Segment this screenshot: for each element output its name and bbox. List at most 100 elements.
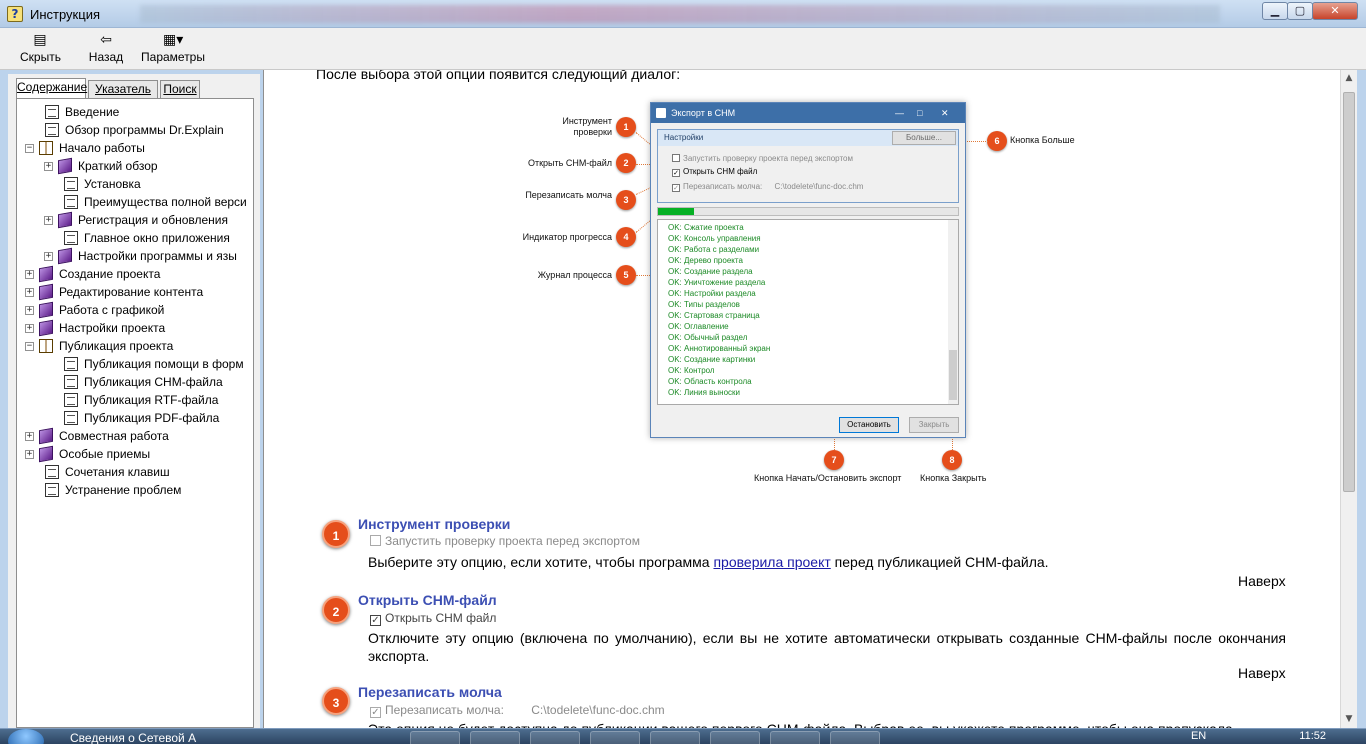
- expand-icon[interactable]: +: [44, 162, 53, 171]
- tree-item-label: Создание проекта: [59, 267, 161, 281]
- checkbox-disabled-icon: ✓: [672, 184, 680, 192]
- back-button[interactable]: ⇦ Назад: [88, 32, 124, 64]
- tree-item-label: Введение: [65, 105, 120, 119]
- callout-badge-6: 6: [987, 131, 1007, 151]
- progress-fill: [658, 208, 694, 215]
- close-button[interactable]: ✕: [1312, 2, 1358, 20]
- tree-item-label: Редактирование контента: [59, 285, 204, 299]
- callout-label-7: Кнопка Начать/Остановить экспорт: [754, 473, 902, 483]
- settings-label: Настройки: [664, 133, 704, 142]
- dialog-minimize-icon: —: [895, 108, 904, 118]
- taskbar-app-1[interactable]: [410, 731, 460, 744]
- hide-label: Скрыть: [20, 50, 61, 64]
- collapse-icon[interactable]: −: [25, 342, 34, 351]
- expand-icon[interactable]: +: [25, 432, 34, 441]
- taskbar-app-2[interactable]: [470, 731, 520, 744]
- tree-item-label: Обзор программы Dr.Explain: [65, 123, 224, 137]
- tab-contents[interactable]: Содержание: [16, 78, 87, 98]
- navigation-pane: Содержание Указатель Поиск Введение Обзор…: [8, 74, 260, 728]
- book-icon: [58, 211, 72, 229]
- minimize-button[interactable]: ▁: [1262, 2, 1288, 20]
- language-indicator[interactable]: EN: [1191, 730, 1206, 742]
- options-label: Параметры: [141, 50, 205, 64]
- hide-button[interactable]: ▤ Скрыть: [20, 32, 61, 64]
- log-line: OK: Работа с разделами: [668, 245, 760, 254]
- checkbox-disabled-icon: ✓: [370, 707, 381, 718]
- taskbar-app-6[interactable]: [710, 731, 760, 744]
- section-text-2: Отключите эту опцию (включена по умолчан…: [368, 630, 1286, 664]
- tree-item-label: Краткий обзор: [78, 159, 158, 173]
- section-text-1b: перед публикацией CHM-файла.: [830, 554, 1049, 570]
- contents-tree[interactable]: Введение Обзор программы Dr.Explain − Начал…: [16, 98, 254, 728]
- topic-content: После выбора этой опции появится следующ…: [263, 70, 1340, 728]
- checkbox-unchecked-icon: [672, 154, 680, 162]
- expand-icon[interactable]: +: [25, 288, 34, 297]
- overwrite-checkbox-image: ✓ Перезаписать молча: C:\todelete\func-do…: [672, 182, 863, 192]
- tree-item-label: Публикация CHM-файла: [84, 375, 223, 389]
- expand-icon[interactable]: +: [25, 270, 34, 279]
- callout-badge-2: 2: [616, 153, 636, 173]
- taskbar-app-5[interactable]: [650, 731, 700, 744]
- maximize-button[interactable]: ▢: [1287, 2, 1313, 20]
- overwrite-path: C:\todelete\func-doc.chm: [774, 182, 864, 191]
- book-icon: [39, 427, 53, 445]
- book-icon: [39, 265, 53, 283]
- section-badge-3: 3: [322, 687, 350, 715]
- log-scrollbar: [948, 220, 958, 404]
- back-to-top-link-2[interactable]: Наверх: [1238, 665, 1286, 681]
- section-option-label-3: Перезаписать молча:: [385, 703, 504, 717]
- clock[interactable]: 11:52: [1299, 730, 1326, 742]
- expand-icon[interactable]: +: [25, 306, 34, 315]
- scroll-up-icon[interactable]: ▲: [1341, 70, 1357, 87]
- tab-index[interactable]: Указатель: [88, 80, 158, 98]
- title-bar[interactable]: ? Инструкция ▁ ▢ ✕: [0, 0, 1366, 28]
- more-button-image: Больше...: [892, 131, 956, 145]
- options-button[interactable]: ▦▾ Параметры: [141, 32, 205, 64]
- taskbar-app-8[interactable]: [830, 731, 880, 744]
- scroll-down-icon[interactable]: ▼: [1341, 711, 1357, 728]
- log-scroll-thumb: [949, 350, 957, 400]
- log-line: OK: Консоль управления: [668, 234, 761, 243]
- dialog-maximize-icon: □: [917, 108, 923, 118]
- dialog-close-icon: ✕: [941, 108, 949, 118]
- collapse-icon[interactable]: −: [25, 144, 34, 153]
- callout-badge-5: 5: [616, 265, 636, 285]
- callout-badge-8: 8: [942, 450, 962, 470]
- expand-icon[interactable]: +: [44, 216, 53, 225]
- tree-item-label: Настройки проекта: [59, 321, 166, 335]
- taskbar-app-3[interactable]: [530, 731, 580, 744]
- progress-indicator: [657, 207, 959, 216]
- close-button-image: Закрыть: [909, 417, 959, 433]
- callout-label-6: Кнопка Больше: [1010, 135, 1075, 145]
- page-icon: [45, 105, 59, 119]
- back-label: Назад: [88, 50, 124, 64]
- expand-icon[interactable]: +: [44, 252, 53, 261]
- tree-item-label: Главное окно приложения: [84, 231, 230, 245]
- section-title-1: Инструмент проверки: [358, 516, 511, 532]
- export-chm-dialog-image: Экспорт в CHM — □ ✕ Настройки Больше... …: [650, 102, 966, 438]
- page-icon: [64, 177, 78, 191]
- tree-item-label: Особые приемы: [59, 447, 151, 461]
- taskbar: Сведения о Сетевой А EN 11:52: [0, 728, 1366, 744]
- verify-project-link[interactable]: проверила проект: [713, 554, 830, 570]
- tree-item-label: Публикация PDF-файла: [84, 411, 220, 425]
- expand-icon[interactable]: +: [25, 324, 34, 333]
- callout-label-5: Журнал процесса: [537, 270, 612, 280]
- content-scrollbar[interactable]: ▲ ▼: [1340, 70, 1357, 728]
- start-button[interactable]: [8, 729, 44, 744]
- taskbar-app-4[interactable]: [590, 731, 640, 744]
- dialog-title-bar: Экспорт в CHM — □ ✕: [651, 103, 965, 123]
- scroll-thumb[interactable]: [1343, 92, 1355, 492]
- tab-search[interactable]: Поиск: [160, 80, 200, 98]
- callout-badge-7: 7: [824, 450, 844, 470]
- tree-item-label: Совместная работа: [59, 429, 169, 443]
- log-line: OK: Создание картинки: [668, 355, 756, 364]
- back-to-top-link-1[interactable]: Наверх: [1238, 573, 1286, 589]
- log-line: OK: Аннотированный экран: [668, 344, 771, 353]
- expand-icon[interactable]: +: [25, 450, 34, 459]
- taskbar-app-7[interactable]: [770, 731, 820, 744]
- page-icon: [45, 465, 59, 479]
- taskbar-window-label[interactable]: Сведения о Сетевой А: [70, 731, 196, 744]
- page-icon: [64, 195, 78, 209]
- book-icon: [58, 157, 72, 175]
